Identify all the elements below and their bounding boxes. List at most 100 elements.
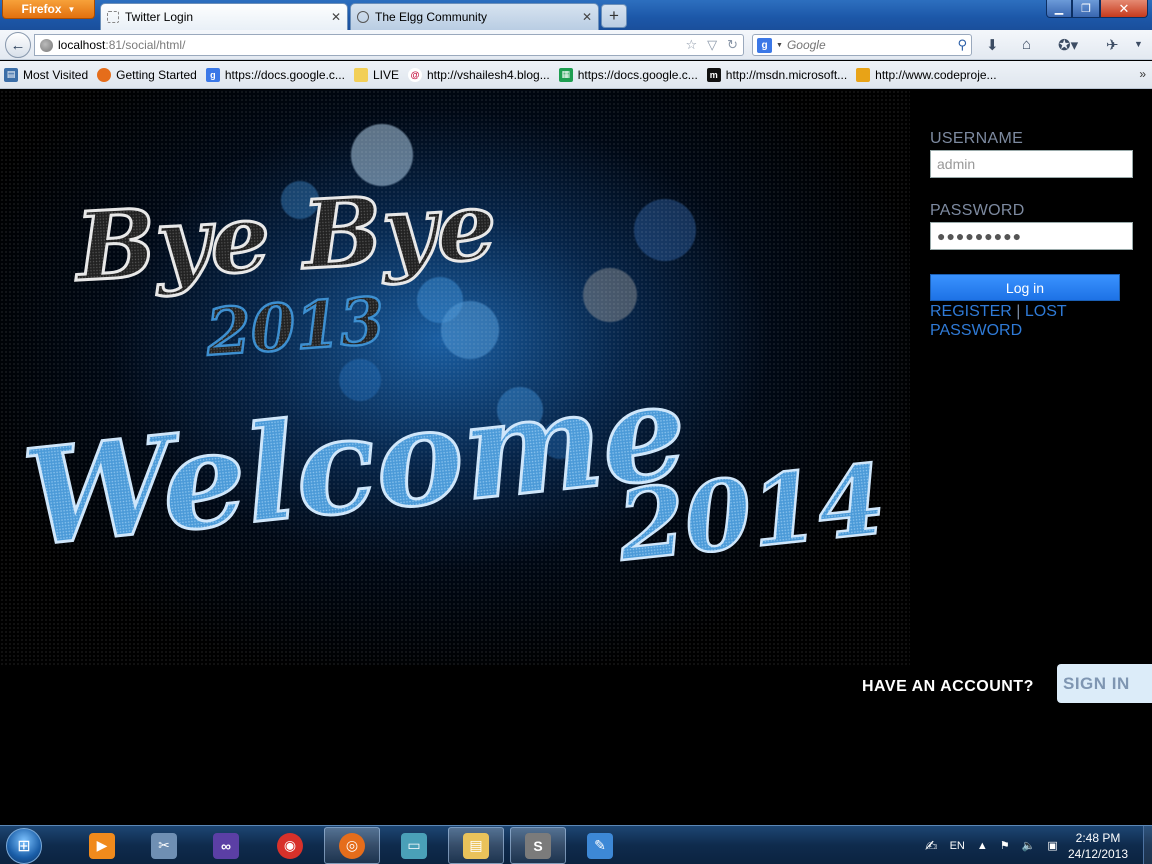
bookmark-label: https://docs.google.c...: [577, 67, 698, 82]
debian-icon: @: [407, 67, 422, 82]
bookmark-item[interactable]: @ http://vshailesh4.blog...: [407, 67, 550, 82]
have-account-prompt: HAVE AN ACCOUNT?: [862, 678, 1034, 695]
network-icon[interactable]: ▣: [1047, 839, 1057, 852]
bookmark-item[interactable]: m http://msdn.microsoft...: [706, 67, 848, 82]
most-visited-icon: ▤: [4, 67, 18, 82]
show-hidden-icons-icon[interactable]: ▲: [977, 840, 988, 852]
sublime-text-icon: S: [525, 832, 551, 859]
taskbar-app[interactable]: ∞: [198, 827, 254, 864]
scanner-icon: ▭: [401, 832, 427, 859]
reload-icon[interactable]: ↻: [727, 37, 738, 53]
start-button[interactable]: ⊞: [2, 826, 46, 864]
bookmark-label: http://msdn.microsoft...: [725, 67, 848, 82]
chevron-down-icon[interactable]: ▼: [776, 42, 783, 49]
clock-date: 24/12/2013: [1067, 847, 1129, 861]
search-bar: g ▼ ⚲: [752, 34, 972, 56]
more-bookmarks-icon[interactable]: »: [1139, 67, 1146, 81]
bookmark-item[interactable]: ▦ https://docs.google.c...: [558, 67, 698, 82]
pen-input-icon[interactable]: ✍: [925, 837, 938, 855]
bookmarks-toolbar: ▤ Most Visited Getting Started g https:/…: [0, 61, 1152, 89]
bookmark-label: Getting Started: [116, 67, 197, 82]
form-links: REGISTER | LOST PASSWORD: [930, 302, 1080, 340]
action-center-flag-icon[interactable]: ⚑: [1000, 839, 1010, 852]
address-bar[interactable]: localhost:81/social/html/ ☆ ▽ ↻: [34, 34, 744, 56]
firefox-menu-button[interactable]: Firefox ▼: [2, 0, 95, 19]
file-explorer-icon: ▤: [463, 832, 489, 859]
username-field[interactable]: [930, 150, 1133, 178]
msdn-icon: m: [706, 67, 721, 82]
firefox-icon: [97, 67, 112, 82]
language-indicator[interactable]: EN: [950, 840, 965, 852]
taskbar-app[interactable]: ◉: [262, 827, 318, 864]
bookmark-item[interactable]: Getting Started: [97, 67, 197, 82]
volume-icon[interactable]: 🔈: [1022, 839, 1036, 852]
username-label: USERNAME: [930, 130, 1024, 147]
tools-icon: ✂: [151, 832, 177, 859]
taskbar-app[interactable]: S: [510, 827, 566, 864]
system-clock[interactable]: 2:48 PM 24/12/2013: [1060, 830, 1136, 862]
sheets-icon: ▦: [558, 67, 573, 82]
tab-label: Twitter Login: [125, 10, 194, 24]
url-text[interactable]: localhost:81/social/html/: [58, 38, 680, 52]
bookmark-label: https://docs.google.c...: [224, 67, 345, 82]
taskbar-app[interactable]: ▭: [386, 827, 442, 864]
register-link[interactable]: REGISTER: [930, 303, 1012, 320]
media-player-icon: ▶: [89, 832, 115, 859]
bookmark-label: Most Visited: [23, 67, 89, 82]
hero-bye-bye-text: Bye Bye: [70, 171, 499, 303]
bookmark-label: LIVE: [372, 67, 399, 82]
show-desktop-button[interactable]: [1143, 826, 1152, 864]
navigation-toolbar: ← localhost:81/social/html/ ☆ ▽ ↻ g ▼ ⚲ …: [0, 30, 1152, 60]
taskbar-app[interactable]: ✎: [572, 827, 628, 864]
chrome-icon: ◉: [277, 832, 303, 859]
firefox-menu-label: Firefox: [21, 2, 62, 16]
folder-icon: [353, 67, 368, 82]
elgg-icon: [357, 11, 369, 23]
chevron-down-icon: ▼: [67, 4, 76, 14]
bookmarks-menu-icon[interactable]: ✪▾: [1058, 36, 1078, 54]
codeproject-icon: [856, 67, 871, 82]
page-content: Bye Bye 2013 Welcome 2014 USERNAME PASSW…: [0, 90, 1152, 825]
new-tab-button[interactable]: +: [601, 4, 627, 28]
home-icon[interactable]: ⌂: [1022, 36, 1031, 53]
login-form: USERNAME PASSWORD Log in REGISTER | LOST…: [930, 130, 1135, 340]
taskbar-app-active[interactable]: ◎: [324, 827, 380, 864]
taskbar-app[interactable]: ✂: [136, 827, 192, 864]
tab-label: The Elgg Community: [375, 10, 488, 24]
tab-elgg-community[interactable]: The Elgg Community ✕: [350, 3, 599, 30]
taskbar-app[interactable]: ▶: [74, 827, 130, 864]
blank-page-icon: [107, 11, 119, 23]
url-path: :81/social/html/: [105, 38, 186, 52]
search-input[interactable]: [786, 38, 954, 52]
close-icon[interactable]: ✕: [331, 10, 341, 24]
google-icon[interactable]: g: [757, 37, 772, 53]
addon-icon[interactable]: ✈: [1106, 36, 1119, 54]
firefox-icon: ◎: [339, 832, 365, 859]
search-icon[interactable]: ⚲: [957, 37, 967, 53]
google-icon: g: [205, 67, 220, 82]
bookmark-item[interactable]: g https://docs.google.c...: [205, 67, 345, 82]
bookmark-item[interactable]: http://www.codeproje...: [856, 67, 997, 82]
login-button[interactable]: Log in: [930, 274, 1120, 301]
password-field[interactable]: [930, 222, 1133, 250]
back-button[interactable]: ←: [5, 32, 31, 58]
close-window-button[interactable]: ✕: [1100, 0, 1148, 18]
bookmark-item[interactable]: ▤ Most Visited: [4, 67, 89, 82]
download-icon[interactable]: ⬇: [986, 36, 999, 54]
bookmark-star-icon[interactable]: ☆: [685, 37, 697, 53]
close-icon[interactable]: ✕: [582, 10, 592, 24]
maximize-button[interactable]: ❐: [1072, 0, 1100, 18]
password-label: PASSWORD: [930, 202, 1025, 219]
sign-in-button[interactable]: SIGN IN: [1057, 664, 1152, 703]
minimize-button[interactable]: ▁: [1046, 0, 1072, 18]
chevron-down-icon[interactable]: ▼: [1134, 39, 1143, 49]
restore-icon: ❐: [1081, 3, 1091, 15]
visual-studio-icon: ∞: [213, 832, 239, 859]
dropdown-icon[interactable]: ▽: [707, 37, 717, 53]
windows-taskbar: ⊞ ▶ ✂ ∞ ◉ ◎ ▭ ▤ S ✎ ✍ EN ▲ ⚑ 🔈 ▣ 2:48 PM…: [0, 825, 1152, 864]
tab-twitter-login[interactable]: Twitter Login ✕: [100, 3, 348, 30]
taskbar-app[interactable]: ▤: [448, 827, 504, 864]
minimize-icon: ▁: [1054, 3, 1064, 15]
bookmark-folder[interactable]: LIVE: [353, 67, 399, 82]
clock-time: 2:48 PM: [1075, 831, 1121, 845]
